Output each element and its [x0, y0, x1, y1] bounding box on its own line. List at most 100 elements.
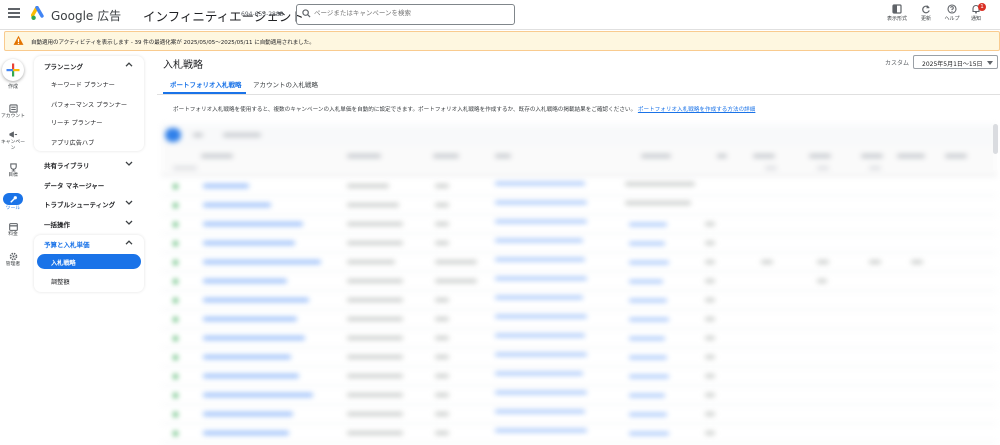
tools-icon [9, 195, 17, 203]
rail-label-tools: ツール [5, 206, 21, 211]
add-strategy-button[interactable] [165, 128, 181, 142]
search-icon [302, 9, 311, 18]
table-row[interactable] [161, 386, 997, 405]
header-cell[interactable] [433, 154, 459, 158]
header-cell [173, 166, 197, 170]
search-box[interactable] [296, 4, 515, 25]
chevron-up-icon[interactable] [125, 62, 133, 67]
header-cell[interactable] [495, 154, 511, 158]
table-row[interactable] [161, 291, 997, 310]
page-description: ポートフォリオ入札戦略を使用すると、複数のキャンペーンの入札単価を自動的に設定で… [173, 105, 755, 113]
header-cell[interactable] [641, 154, 671, 158]
description-text: ポートフォリオ入札戦略を使用すると、複数のキャンペーンの入札単価を自動的に設定で… [173, 107, 637, 113]
table-row[interactable] [161, 348, 997, 367]
date-dropdown-icon [987, 61, 993, 65]
refresh-button[interactable]: 更新 [913, 4, 939, 22]
filter-icon[interactable] [193, 133, 203, 137]
notifications-button[interactable]: 通知 1 [963, 3, 989, 22]
date-range-selector[interactable]: 2025年5月1日～15日 [913, 55, 998, 69]
campaign-icon [9, 131, 18, 138]
chevron-down-icon[interactable] [125, 200, 133, 205]
table-row[interactable] [161, 310, 997, 329]
table-row[interactable] [161, 272, 997, 291]
table-row[interactable] [161, 367, 997, 386]
header-cell[interactable] [861, 154, 883, 158]
goals-icon [9, 163, 17, 172]
nav-item-performance-planner[interactable]: パフォーマンス プランナー [51, 100, 127, 109]
tab-divider [157, 94, 1000, 95]
tab-account-bid-strategies[interactable]: アカウントの入札戦略 [253, 79, 318, 89]
nav-data-manager[interactable]: データ マネージャー [44, 180, 104, 190]
plus-icon [6, 63, 20, 77]
product-name: Google 広告 [51, 9, 122, 23]
rail-item-tools[interactable]: ツール [0, 193, 26, 212]
nav-item-bid-strategies[interactable]: 入札戦略 [37, 254, 141, 269]
header-cell[interactable] [347, 154, 381, 158]
main-menu-icon[interactable] [8, 8, 20, 18]
nav-item-app-ads-hub[interactable]: アプリ広告ハブ [51, 138, 94, 147]
rail-item-campaigns[interactable]: キャンペーン [0, 130, 26, 152]
rail-item-account[interactable]: アカウント [0, 104, 26, 120]
table-header [161, 146, 997, 176]
rail-label-admin: 管理者 [5, 262, 21, 267]
header-cell[interactable] [717, 154, 727, 158]
header-cell [817, 166, 829, 170]
rail-label-campaigns: キャンペーン [1, 140, 25, 151]
date-range-label: カスタム [885, 60, 910, 67]
appearance-button[interactable]: 表示形式 [884, 4, 910, 22]
table-row[interactable] [161, 424, 997, 443]
nav-troubleshooting[interactable]: トラブルシューティング [44, 199, 115, 209]
rail-label-billing: 料金 [8, 232, 18, 237]
header-cell[interactable] [201, 154, 233, 158]
table-row[interactable] [161, 234, 997, 253]
header-cell[interactable] [753, 154, 775, 158]
chevron-down-icon[interactable] [125, 220, 133, 225]
nav-planning-header[interactable]: プランニング [44, 61, 83, 71]
appearance-label: 表示形式 [886, 16, 907, 22]
help-button[interactable]: ヘルプ [939, 4, 965, 22]
table-row[interactable] [161, 329, 997, 348]
filter-field[interactable] [223, 133, 261, 137]
nav-bulk-actions[interactable]: 一括操作 [44, 219, 70, 229]
notification-count-badge: 1 [978, 3, 986, 11]
nav-budgets-header[interactable]: 予算と入札単価 [44, 239, 90, 249]
create-label: 作成 [7, 84, 18, 90]
notifications-label: 通知 [970, 16, 981, 22]
table-row[interactable] [161, 215, 997, 234]
auto-apply-alert-banner[interactable]: 自動適用のアクティビティを表示します - 39 件の最適化案が 2025/05/… [4, 31, 1000, 51]
rail-item-billing[interactable]: 料金 [0, 223, 26, 238]
refresh-icon [922, 5, 930, 14]
bid-strategies-table[interactable] [161, 124, 997, 445]
nav-item-keyword-planner[interactable]: キーワード プランナー [51, 80, 115, 89]
nav-item-reach-planner[interactable]: リーチ プランナー [51, 118, 102, 127]
chevron-down-icon[interactable] [125, 161, 133, 166]
alert-text: 自動適用のアクティビティを表示します - 39 件の最適化案が 2025/05/… [31, 40, 315, 46]
google-ads-logo [31, 6, 44, 20]
search-input[interactable] [314, 9, 509, 17]
table-row[interactable] [161, 253, 997, 272]
rail-item-admin[interactable]: 管理者 [0, 252, 26, 268]
table-row[interactable] [161, 196, 997, 215]
learn-more-link[interactable]: ポートフォリオ入札戦略を作成する方法の詳細 [638, 107, 755, 113]
refresh-label: 更新 [920, 16, 931, 22]
nav-shared-library[interactable]: 共有ライブラリ [44, 160, 90, 170]
chevron-up-icon[interactable] [125, 240, 133, 245]
page-title: 入札戦略 [163, 60, 203, 71]
header-cell[interactable] [945, 154, 967, 158]
rail-item-goals[interactable]: 目標 [0, 163, 26, 179]
table-scrollbar[interactable] [993, 124, 998, 154]
warning-icon [13, 35, 24, 45]
nav-item-adjustments[interactable]: 調整額 [51, 277, 70, 286]
date-range-value: 2025年5月1日～15日 [922, 61, 983, 68]
rail-active-indicator [3, 193, 23, 205]
help-label: ヘルプ [944, 16, 960, 22]
header-cell[interactable] [809, 154, 831, 158]
rail-label-goals: 目標 [8, 173, 18, 178]
account-dropdown-icon[interactable] [277, 12, 283, 16]
table-row[interactable] [161, 177, 997, 196]
header-cell[interactable] [897, 154, 925, 158]
billing-icon [8, 223, 18, 231]
table-row[interactable] [161, 405, 997, 424]
tab-portfolio-bid-strategies[interactable]: ポートフォリオ入札戦略 [170, 79, 242, 89]
create-button[interactable] [2, 59, 24, 81]
